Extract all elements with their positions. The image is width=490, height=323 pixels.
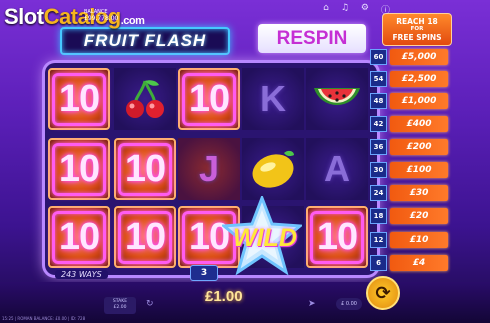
reel-cell: J xyxy=(178,138,240,200)
reel-cell xyxy=(242,138,304,200)
reel-cell: 10 xyxy=(306,206,368,268)
ladder-row: 30 £100 xyxy=(370,162,448,178)
symbol-ten: 10 xyxy=(51,142,107,196)
symbol-ten: 10 xyxy=(117,210,173,264)
ladder-count: 48 xyxy=(370,93,387,109)
respin-counter: 3 xyxy=(190,265,218,281)
watermark-logo: SlotCatalog.com xyxy=(4,4,145,30)
ladder-row: 12 £10 xyxy=(370,232,448,248)
symbol-jack: J xyxy=(198,148,220,189)
ladder-count: 6 xyxy=(370,255,387,271)
ladder-prize: £4 xyxy=(390,255,448,271)
ladder-title-line: FOR xyxy=(410,26,424,32)
reel-cell: A xyxy=(306,138,368,200)
reel-cell: 10 xyxy=(178,68,240,130)
ladder-prize: £30 xyxy=(390,185,448,201)
turbo-icon[interactable]: ➤ xyxy=(308,299,316,309)
reel-cell xyxy=(306,68,368,130)
ladder-prize: £10 xyxy=(390,232,448,248)
ladder-prize: £200 xyxy=(390,139,448,155)
ladder-title-line: FREE SPINS xyxy=(392,33,442,42)
ladder-count: 42 xyxy=(370,116,387,132)
ladder-prize: £20 xyxy=(390,208,448,224)
ladder-count: 30 xyxy=(370,162,387,178)
bet-display: £ 0.00 xyxy=(336,298,362,310)
symbol-ten: 10 xyxy=(51,210,107,264)
ladder-row: 18 £20 xyxy=(370,208,448,224)
stake-button[interactable]: STAKE £2.00 xyxy=(104,297,136,314)
reel-cell: 10 xyxy=(114,206,176,268)
win-amount: £1.00 xyxy=(205,288,243,305)
ladder-prize: £1,000 xyxy=(390,93,448,109)
cherry-icon xyxy=(126,80,164,118)
ladder-count: 12 xyxy=(370,232,387,248)
reel-cell: 10 xyxy=(48,206,110,268)
ladder-count: 54 xyxy=(370,71,387,87)
ladder-row: 54 £2,500 xyxy=(370,71,448,87)
ladder-prize: £5,000 xyxy=(390,49,448,65)
top-toolbar: ⌂ ♫ ⚙ ⓘ xyxy=(323,3,390,16)
ladder-row: 36 £200 xyxy=(370,139,448,155)
symbol-king: K xyxy=(260,78,286,119)
spin-button[interactable]: ⟳ xyxy=(366,276,400,310)
ways-label: 243 WAYS xyxy=(55,270,108,279)
watermark-part-slot: Slot xyxy=(4,4,44,29)
lemon-icon xyxy=(252,150,294,188)
symbol-ace: A xyxy=(324,148,350,189)
ladder-count: 18 xyxy=(370,208,387,224)
home-icon[interactable]: ⌂ xyxy=(323,3,329,16)
respin-banner: RESPIN xyxy=(258,24,366,53)
ladder-count: 60 xyxy=(370,49,387,65)
reel-cell: K xyxy=(242,68,304,130)
reel-cell: 10 xyxy=(48,68,110,130)
balance-value: £99,778.00 xyxy=(84,15,119,22)
spin-icon: ⟳ xyxy=(375,282,391,304)
watermelon-icon xyxy=(314,88,360,106)
ladder-row: 42 £400 xyxy=(370,116,448,132)
footer-status: 15:25 | ROMAN BALANCE: £0.00 | ID: 728 xyxy=(2,316,86,321)
ladder-row: 48 £1,000 xyxy=(370,93,448,109)
ladder-row: 60 £5,000 xyxy=(370,49,448,65)
reel-cell xyxy=(114,68,176,130)
settings-icon[interactable]: ⚙ xyxy=(361,3,369,16)
reel-cell: 10 xyxy=(114,138,176,200)
ladder-prize: £2,500 xyxy=(390,71,448,87)
stake-value: £2.00 xyxy=(113,305,127,310)
volume-icon[interactable]: ♫ xyxy=(341,3,349,16)
wild-label: WILD xyxy=(233,224,297,252)
symbol-ten: 10 xyxy=(51,72,107,126)
ladder-row: 6 £4 xyxy=(370,255,448,271)
ladder-prize: £100 xyxy=(390,162,448,178)
ladder-row: 24 £30 xyxy=(370,185,448,201)
game-logo: FRUIT FLASH xyxy=(60,27,230,55)
symbol-ten: 10 xyxy=(181,72,237,126)
free-spins-ladder-title: REACH 18 FOR FREE SPINS xyxy=(382,13,452,46)
autoplay-icon[interactable]: ↻ xyxy=(146,299,154,309)
reel-cell: 10 xyxy=(48,138,110,200)
ladder-title-line: REACH 18 xyxy=(396,17,438,26)
game-screen: SlotCatalog.com BALANCE £99,778.00 ⌂ ♫ ⚙… xyxy=(0,0,490,323)
symbol-ten: 10 xyxy=(117,142,173,196)
ladder-count: 24 xyxy=(370,185,387,201)
symbol-ten: 10 xyxy=(309,210,365,264)
watermark-part-com: .com xyxy=(120,15,145,27)
ladder-prize: £400 xyxy=(390,116,448,132)
info-icon[interactable]: ⓘ xyxy=(381,3,390,16)
ladder-count: 36 xyxy=(370,139,387,155)
